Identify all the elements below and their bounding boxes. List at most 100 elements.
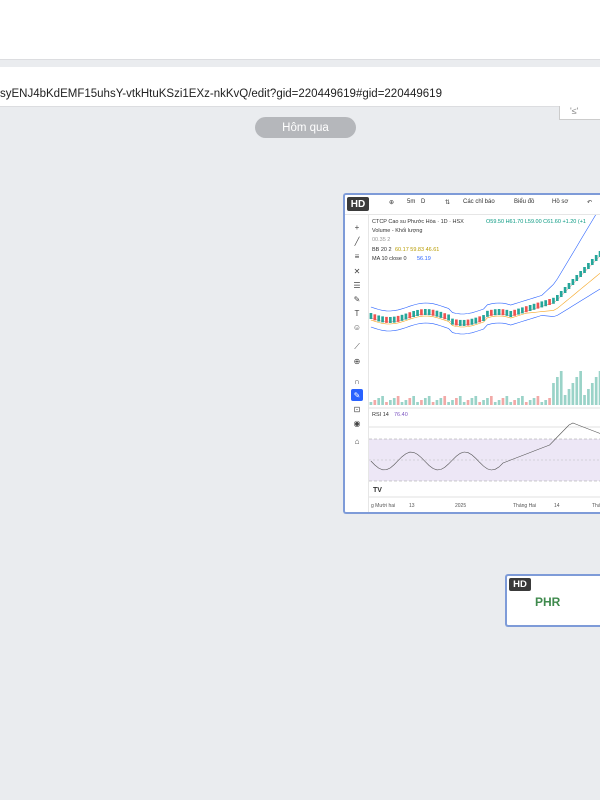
zoom-icon[interactable]: ⊕ bbox=[351, 355, 363, 367]
hd-badge: HD bbox=[347, 197, 369, 211]
interval-button[interactable]: 5m bbox=[407, 199, 415, 205]
eye-icon[interactable]: ◉ bbox=[351, 417, 363, 429]
candle bbox=[583, 267, 586, 273]
volume-bar bbox=[458, 396, 462, 405]
address-bar[interactable] bbox=[0, 67, 600, 107]
candle bbox=[443, 313, 447, 320]
ticker-message[interactable]: HD PHR bbox=[505, 574, 600, 627]
corner-text: '≤' bbox=[570, 106, 579, 116]
undo-icon[interactable]: ↶ bbox=[587, 199, 592, 206]
tv-toolbar: ⊕ 5m D ⇅ Các chỉ báo Biểu đồ Hồ sơ ↶ bbox=[345, 195, 600, 215]
volume-bar bbox=[559, 371, 563, 405]
candle bbox=[524, 306, 528, 313]
bb-values: 60.17 59.83 46.61 bbox=[395, 247, 440, 253]
lock-drawing-icon[interactable]: ✎ bbox=[351, 389, 363, 401]
chart-image-message[interactable]: HD ⊕ 5m D ⇅ Các chỉ báo Biểu đồ Hồ sơ ↶ … bbox=[343, 193, 600, 514]
candle bbox=[552, 297, 555, 304]
pattern-icon[interactable]: ✕ bbox=[351, 265, 363, 277]
volume-bar bbox=[412, 396, 415, 405]
volume-bar bbox=[544, 400, 548, 405]
candle bbox=[474, 317, 478, 324]
ticker-text: PHR bbox=[535, 595, 561, 609]
candle bbox=[420, 309, 423, 316]
candle bbox=[594, 255, 598, 261]
volume-bar bbox=[505, 396, 509, 405]
crosshair-icon[interactable]: + bbox=[351, 221, 363, 233]
candle bbox=[505, 309, 509, 316]
volume-bar bbox=[509, 402, 513, 405]
candle bbox=[385, 316, 388, 323]
brush-icon[interactable]: ✎ bbox=[351, 293, 363, 305]
candle bbox=[455, 319, 458, 326]
bb-legend: BB 20 2 bbox=[372, 247, 392, 253]
x-tick-label: 13 bbox=[409, 503, 415, 509]
volume-bar bbox=[524, 402, 528, 405]
candle bbox=[567, 283, 571, 289]
template-button[interactable]: Hồ sơ bbox=[552, 199, 568, 205]
indicators-button[interactable]: Các chỉ báo bbox=[463, 199, 495, 205]
volume-bar bbox=[377, 398, 381, 405]
volume-bar bbox=[451, 400, 454, 405]
ma-value: 56.19 bbox=[417, 256, 431, 262]
candle bbox=[373, 314, 377, 321]
sheet-corner-widget[interactable]: '≤' bbox=[559, 106, 600, 120]
volume-bar bbox=[536, 396, 540, 405]
lock-icon[interactable]: ⊡ bbox=[351, 403, 363, 415]
volume-bar bbox=[389, 400, 392, 405]
fib-icon[interactable]: ≡ bbox=[351, 250, 363, 262]
volume-bar bbox=[435, 400, 439, 405]
candle bbox=[439, 311, 443, 318]
projection-icon[interactable]: ☰ bbox=[351, 279, 363, 291]
layout-button[interactable]: Biểu đồ bbox=[514, 199, 534, 205]
add-symbol-icon[interactable]: ⊕ bbox=[389, 199, 394, 206]
volume-bar bbox=[423, 398, 427, 405]
volume-bar bbox=[587, 389, 590, 405]
x-tick-label: Tháng bbox=[592, 503, 600, 509]
candle bbox=[451, 318, 454, 325]
volume-legend: Volume - Khối lượng bbox=[372, 228, 423, 234]
candle bbox=[536, 302, 540, 309]
x-tick-label: 2025 bbox=[455, 503, 466, 509]
volume-bar bbox=[478, 402, 482, 405]
candle bbox=[369, 313, 373, 319]
volume-bar bbox=[404, 400, 408, 405]
volume-bar bbox=[431, 402, 435, 405]
volume-bar bbox=[400, 402, 404, 405]
candle bbox=[587, 263, 590, 269]
volume-bar bbox=[439, 398, 443, 405]
text-icon[interactable]: T bbox=[351, 307, 363, 319]
trendline-icon[interactable]: ╱ bbox=[351, 235, 363, 247]
interval-d[interactable]: D bbox=[421, 199, 425, 205]
volume-bar bbox=[590, 383, 594, 405]
volume-bar bbox=[567, 389, 571, 405]
volume-bar bbox=[493, 402, 497, 405]
ruler-icon[interactable]: ⟋ bbox=[351, 341, 363, 353]
candle bbox=[486, 310, 489, 317]
browser-topbar bbox=[0, 0, 600, 60]
volume-bar bbox=[416, 402, 419, 405]
rsi-legend: RSI 14 bbox=[372, 412, 389, 418]
candle bbox=[396, 315, 400, 322]
symbol-title: CTCP Cao su Phước Hòa · 1D · HSX bbox=[372, 219, 464, 225]
volume-bar bbox=[575, 377, 579, 405]
candle bbox=[513, 309, 516, 316]
candle bbox=[400, 314, 404, 321]
candle bbox=[435, 310, 439, 317]
emoji-icon[interactable]: ☺ bbox=[351, 321, 363, 333]
bb-lower-line bbox=[370, 288, 600, 335]
volume-bar bbox=[392, 398, 396, 405]
compare-icon[interactable]: ⇅ bbox=[445, 199, 450, 206]
candle bbox=[458, 319, 462, 326]
volume-bar bbox=[462, 402, 466, 405]
volume-bar bbox=[556, 377, 559, 405]
volume-bar bbox=[540, 402, 544, 405]
candle bbox=[482, 315, 485, 322]
volume-bar bbox=[427, 396, 431, 405]
date-divider: Hôm qua bbox=[255, 117, 356, 138]
trash-icon[interactable]: ⌂ bbox=[351, 435, 363, 447]
drawing-toolbar: + ╱ ≡ ✕ ☰ ✎ T ☺ ⟋ ⊕ ∩ ✎ ⊡ ◉ ⌂ bbox=[345, 215, 369, 512]
volume-value: 00.35 2 bbox=[372, 237, 391, 243]
candle bbox=[404, 313, 408, 320]
magnet-icon[interactable]: ∩ bbox=[351, 375, 363, 387]
url-text[interactable]: syENJ4bKdEMF15uhsY-vtkHtuKSzi1EXz-nkKvQ/… bbox=[0, 88, 442, 100]
